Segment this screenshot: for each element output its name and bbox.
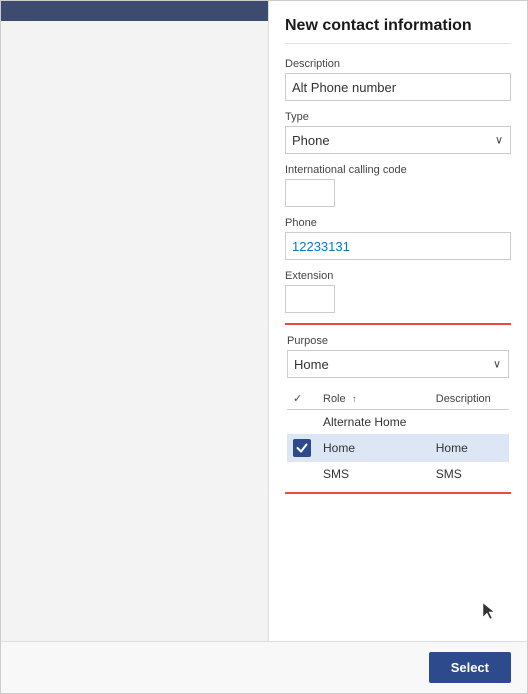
type-select-wrapper: Phone Email URL Fax ∨ (285, 126, 511, 154)
purpose-select[interactable]: Home Business Mobile Other (287, 350, 509, 378)
right-panel: New contact information Description Type… (269, 1, 527, 693)
table-row[interactable]: Home Home (287, 434, 509, 462)
table-row[interactable]: SMS SMS (287, 462, 509, 486)
row-role-cell: SMS (317, 462, 430, 486)
selected-check-icon (293, 439, 311, 457)
extension-input[interactable] (285, 285, 335, 313)
extension-label: Extension (285, 270, 511, 282)
col-role-header[interactable]: Role ↑ (317, 388, 430, 410)
row-role-cell: Alternate Home (317, 410, 430, 435)
panel-title: New contact information (285, 17, 511, 44)
type-select[interactable]: Phone Email URL Fax (285, 126, 511, 154)
purpose-select-wrapper: Home Business Mobile Other ∨ (287, 350, 509, 378)
purpose-group: Purpose Home Business Mobile Other ∨ (287, 335, 509, 378)
page-container: New contact information Description Type… (0, 0, 528, 694)
row-check-cell (287, 434, 317, 462)
phone-label: Phone (285, 217, 511, 229)
type-group: Type Phone Email URL Fax ∨ (285, 111, 511, 154)
row-check-cell (287, 462, 317, 486)
check-header-icon: ✓ (293, 393, 302, 405)
row-description-cell: SMS (430, 462, 509, 486)
row-description-cell: Home (430, 434, 509, 462)
intl-code-input[interactable] (285, 179, 335, 207)
form-content: Description Type Phone Email URL Fax ∨ (285, 58, 511, 494)
table-row[interactable]: Alternate Home (287, 410, 509, 435)
col-check: ✓ (287, 388, 317, 410)
left-panel-header (1, 1, 268, 21)
description-col-label: Description (436, 393, 491, 405)
extension-group: Extension (285, 270, 511, 313)
phone-input[interactable] (285, 232, 511, 260)
purpose-dropdown-table: ✓ Role ↑ Description (287, 388, 509, 486)
bottom-action-bar: Select (1, 641, 527, 693)
table-header-row: ✓ Role ↑ Description (287, 388, 509, 410)
row-role-cell: Home (317, 434, 430, 462)
description-label: Description (285, 58, 511, 70)
left-panel (1, 1, 269, 693)
purpose-dropdown-section: Purpose Home Business Mobile Other ∨ (285, 323, 511, 494)
intl-code-group: International calling code (285, 164, 511, 207)
left-panel-content (1, 21, 268, 41)
role-col-label: Role (323, 393, 346, 405)
phone-group: Phone (285, 217, 511, 260)
intl-code-label: International calling code (285, 164, 511, 176)
type-label: Type (285, 111, 511, 123)
purpose-label: Purpose (287, 335, 509, 347)
description-input[interactable] (285, 73, 511, 101)
description-group: Description (285, 58, 511, 101)
row-description-cell (430, 410, 509, 435)
select-button[interactable]: Select (429, 652, 511, 683)
col-description-header: Description (430, 388, 509, 410)
row-check-cell (287, 410, 317, 435)
sort-asc-icon: ↑ (352, 394, 357, 405)
cursor-indicator (481, 601, 497, 621)
